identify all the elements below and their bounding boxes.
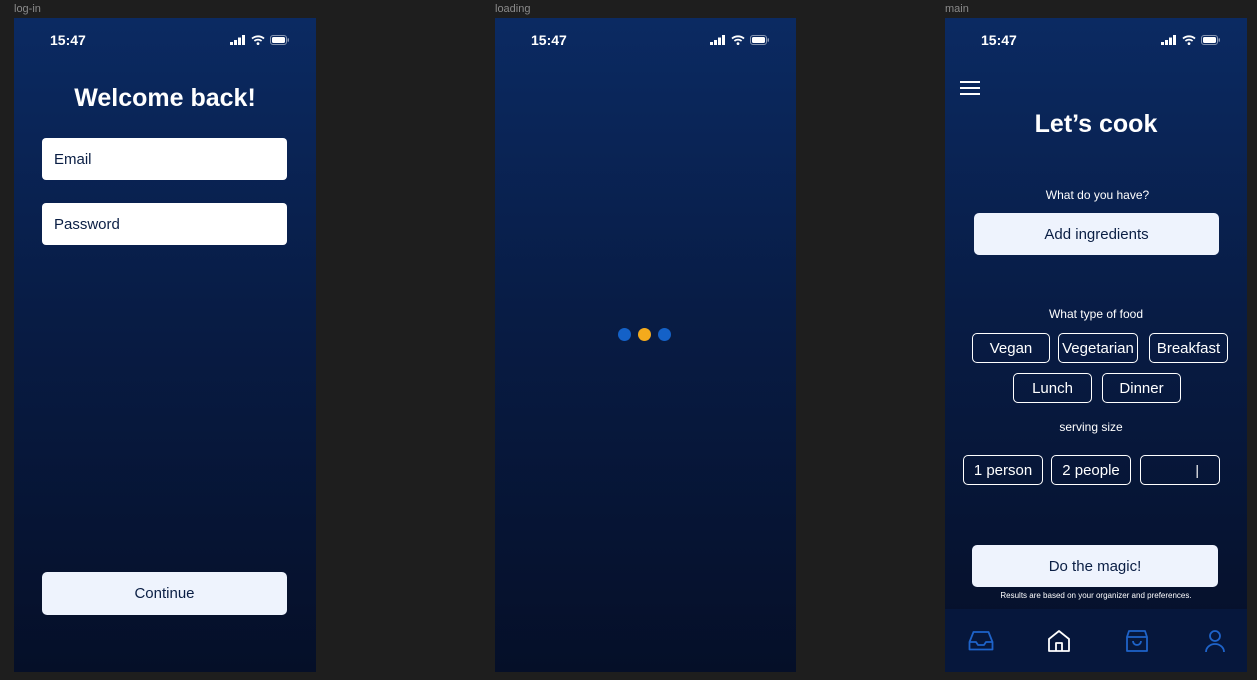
food-type-vegetarian[interactable]: Vegetarian [1058, 333, 1138, 363]
food-type-label: What type of food [1048, 307, 1144, 321]
battery-icon [1201, 35, 1220, 45]
login-screen: 15:47 Welcome back! Email Password Conti… [14, 18, 316, 672]
status-time: 15:47 [531, 32, 567, 48]
frame-label-login: log-in [14, 3, 41, 15]
loading-screen: 15:47 [495, 18, 796, 672]
loading-dot [658, 328, 671, 341]
results-disclaimer: Results are based on your organizer and … [1000, 591, 1192, 600]
nav-home[interactable] [1045, 627, 1073, 655]
status-bar: 15:47 [945, 32, 1247, 52]
loading-dot [618, 328, 631, 341]
password-field[interactable]: Password [42, 203, 287, 245]
continue-button[interactable]: Continue [42, 572, 287, 615]
hamburger-menu-icon [960, 81, 980, 95]
serving-one-person[interactable]: 1 person [963, 455, 1043, 485]
status-bar: 15:47 [14, 32, 316, 52]
email-placeholder: Email [54, 150, 92, 168]
serving-size-label: serving size [1059, 420, 1123, 434]
bottom-nav [945, 609, 1247, 672]
frame-label-loading: loading [495, 3, 531, 15]
status-bar: 15:47 [495, 32, 796, 52]
serving-two-people[interactable]: 2 people [1051, 455, 1131, 485]
nav-shop[interactable] [1123, 627, 1151, 655]
ingredients-question: What do you have? [1045, 188, 1150, 202]
custom-serving-input[interactable]: | [1140, 455, 1220, 485]
inbox-icon [968, 631, 994, 651]
battery-icon [750, 35, 769, 45]
food-type-vegan[interactable]: Vegan [972, 333, 1050, 363]
menu-button[interactable] [960, 80, 982, 98]
profile-icon [1205, 630, 1225, 653]
page-title: Welcome back! [74, 84, 256, 112]
frame-label-main: main [945, 3, 969, 15]
food-type-dinner[interactable]: Dinner [1102, 373, 1181, 403]
wifi-icon [731, 35, 745, 45]
cellular-signal-icon [710, 35, 725, 45]
status-time: 15:47 [981, 32, 1017, 48]
nav-inbox[interactable] [967, 627, 995, 655]
food-type-breakfast[interactable]: Breakfast [1149, 333, 1228, 363]
shopping-bag-icon [1126, 630, 1148, 652]
status-time: 15:47 [50, 32, 86, 48]
wifi-icon [1182, 35, 1196, 45]
email-field[interactable]: Email [42, 138, 287, 180]
wifi-icon [251, 35, 265, 45]
do-the-magic-button[interactable]: Do the magic! [972, 545, 1218, 587]
text-cursor: | [1195, 462, 1199, 478]
cellular-signal-icon [230, 35, 245, 45]
home-icon [1048, 630, 1070, 652]
cellular-signal-icon [1161, 35, 1176, 45]
loading-dot [638, 328, 651, 341]
food-type-lunch[interactable]: Lunch [1013, 373, 1092, 403]
add-ingredients-button[interactable]: Add ingredients [974, 213, 1219, 255]
nav-profile[interactable] [1201, 627, 1229, 655]
battery-icon [270, 35, 289, 45]
main-screen: 15:47 Let’s cook What do you have? Add i… [945, 18, 1247, 672]
page-title: Let’s cook [1034, 110, 1158, 138]
password-placeholder: Password [54, 215, 120, 233]
